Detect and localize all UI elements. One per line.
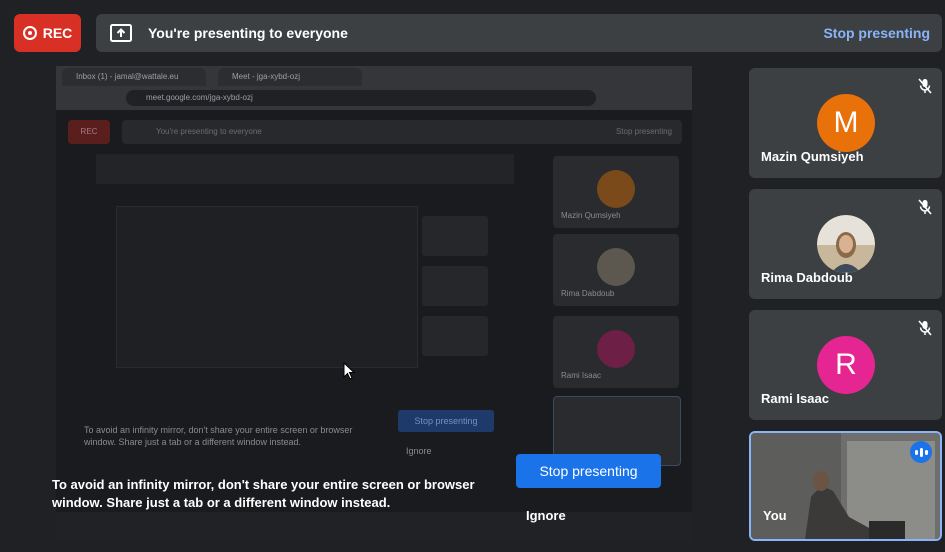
mirror-participant-tile: Rima Dabdoub bbox=[553, 234, 679, 306]
record-icon bbox=[22, 26, 37, 40]
present-to-all-icon bbox=[110, 24, 132, 42]
mirror-tab: Inbox (1) - jamal@wattale.eu bbox=[62, 68, 206, 86]
mirror-url: meet.google.com/jga-xybd-ozj bbox=[126, 90, 596, 106]
mirror-tab-strip: Inbox (1) - jamal@wattale.eu Meet - jga-… bbox=[56, 66, 692, 86]
avatar: R bbox=[817, 336, 875, 394]
participant-name: You bbox=[763, 508, 787, 523]
stop-presenting-link[interactable]: Stop presenting bbox=[823, 25, 930, 41]
participant-tile-rami[interactable]: R Rami Isaac bbox=[749, 310, 942, 420]
mirror-participant-name: Rima Dabdoub bbox=[561, 289, 615, 298]
mic-off-icon bbox=[918, 320, 932, 336]
mirror-banner-message: You're presenting to everyone bbox=[156, 127, 262, 136]
mirror-rec-badge: REC bbox=[68, 120, 110, 144]
mirror-participant-name: Mazin Qumsiyeh bbox=[561, 211, 621, 220]
mirror-stop-button: Stop presenting bbox=[398, 410, 494, 432]
ignore-button[interactable]: Ignore bbox=[526, 508, 566, 523]
presenting-banner: You're presenting to everyone Stop prese… bbox=[96, 14, 942, 52]
participant-tile-rima[interactable]: Rima Dabdoub bbox=[749, 189, 942, 299]
mirror-nested-tile bbox=[422, 216, 488, 256]
participant-tile-you[interactable]: You bbox=[749, 431, 942, 541]
infinity-mirror-hint: To avoid an infinity mirror, don't share… bbox=[52, 477, 475, 510]
mirror-hint: To avoid an infinity mirror, don't share… bbox=[84, 425, 353, 447]
mirror-banner: You're presenting to everyone Stop prese… bbox=[122, 120, 682, 144]
mirror-avatar bbox=[597, 330, 635, 368]
stop-presenting-button[interactable]: Stop presenting bbox=[516, 454, 661, 488]
avatar: M bbox=[817, 94, 875, 152]
recording-badge: REC bbox=[14, 14, 81, 52]
mic-off-icon bbox=[918, 78, 932, 94]
mirror-participant-name: Rami Isaac bbox=[561, 371, 602, 380]
mirror-nested-tile bbox=[422, 266, 488, 306]
mirror-nested-banner bbox=[96, 154, 514, 184]
participant-name: Mazin Qumsiyeh bbox=[761, 149, 864, 164]
mirror-participant-tile: Rami Isaac bbox=[553, 316, 679, 388]
mirror-banner-stop: Stop presenting bbox=[615, 127, 672, 136]
avatar-photo bbox=[817, 215, 875, 273]
mirror-nested-screen bbox=[116, 206, 418, 368]
mirror-tab: Meet - jga-xybd-ozj bbox=[218, 68, 362, 86]
mirror-nested-tile bbox=[422, 316, 488, 356]
participant-name: Rima Dabdoub bbox=[761, 270, 853, 285]
mirror-ignore: Ignore bbox=[406, 446, 432, 456]
participant-tile-mazin[interactable]: M Mazin Qumsiyeh bbox=[749, 68, 942, 178]
speaking-indicator-icon bbox=[910, 441, 932, 463]
mirror-taskbar bbox=[56, 512, 692, 542]
mirror-address-bar: meet.google.com/jga-xybd-ozj bbox=[56, 86, 692, 110]
mirror-participant-tile: Mazin Qumsiyeh bbox=[553, 156, 679, 228]
participant-name: Rami Isaac bbox=[761, 391, 829, 406]
mirror-avatar bbox=[597, 170, 635, 208]
mouse-cursor-icon bbox=[343, 362, 355, 380]
presenting-message: You're presenting to everyone bbox=[148, 25, 348, 41]
mic-off-icon bbox=[918, 199, 932, 215]
recording-label: REC bbox=[42, 25, 73, 41]
mirror-avatar bbox=[597, 248, 635, 286]
